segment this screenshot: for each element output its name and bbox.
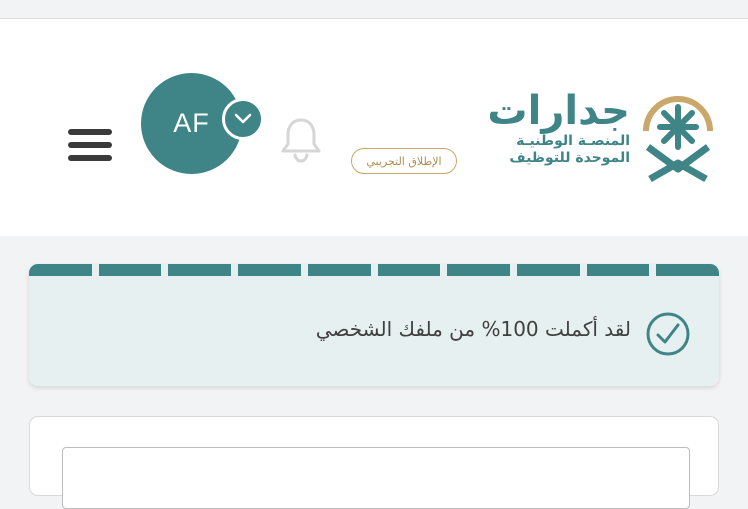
progress-segment xyxy=(29,264,92,276)
logo-subtitle-2: الموحدة للتوظيف xyxy=(509,150,630,166)
bell-icon[interactable] xyxy=(278,115,324,165)
logo-title: جدارات xyxy=(487,88,630,134)
progress-segments xyxy=(29,264,719,276)
pilot-launch-badge: الإطلاق التجريبي xyxy=(351,148,457,174)
profile-complete-message: لقد أكملت 100% من ملفك الشخصي xyxy=(315,317,631,341)
progress-segment xyxy=(447,264,510,276)
app-header: AF الإطلاق التجريبي جدارات المنصـة الوطن… xyxy=(0,19,748,236)
logo-subtitle-1: المنصـة الوطنيـة xyxy=(516,133,630,149)
chevron-down-icon[interactable] xyxy=(222,98,264,140)
progress-segment xyxy=(307,264,371,276)
profile-form-card xyxy=(29,416,719,509)
check-circle-icon xyxy=(644,310,692,358)
progress-segment xyxy=(238,264,301,276)
menu-icon[interactable] xyxy=(68,111,114,163)
progress-segment xyxy=(168,264,232,276)
progress-segment xyxy=(586,264,650,276)
progress-segment xyxy=(516,264,580,276)
jadarat-emblem xyxy=(636,87,720,183)
progress-segment xyxy=(98,264,162,276)
logo-text: جدارات المنصـة الوطنيـة الموحدة للتوظيف xyxy=(470,89,630,167)
progress-segment xyxy=(656,264,719,276)
progress-segment xyxy=(377,264,441,276)
form-field[interactable] xyxy=(62,447,690,509)
avatar-initials: AF xyxy=(173,108,210,138)
profile-progress-card: لقد أكملت 100% من ملفك الشخصي xyxy=(29,264,719,386)
